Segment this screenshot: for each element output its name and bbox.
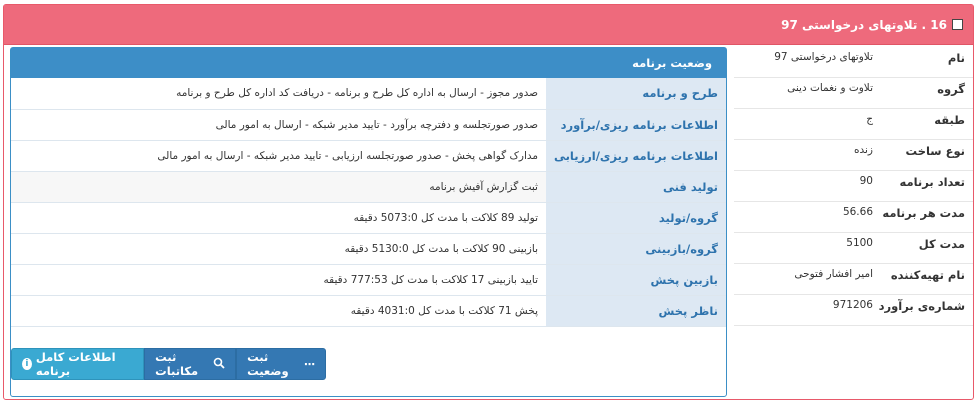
program-status-box: وضعیت برنامه طرح و برنامه صدور مجوز - ار…: [10, 47, 727, 397]
status-button[interactable]: ثبت وضعیت ⋯: [236, 348, 326, 380]
action-buttons: i اطلاعات کامل برنامه ثبت مکاتبات ثبت وض…: [11, 348, 326, 380]
info-value: 56.66: [842, 206, 873, 218]
status-value: مدارک گواهی پخش - صدور صورتجلسه ارزیابی …: [11, 140, 546, 172]
info-label: مدت هر برنامه: [882, 206, 965, 220]
table-row: اطلاعات برنامه ریزی/ارزیابی مدارک گواهی …: [11, 140, 726, 172]
info-value: زنده: [853, 144, 873, 156]
status-key: گروه/تولید: [546, 202, 726, 234]
full-info-button[interactable]: i اطلاعات کامل برنامه: [11, 348, 145, 380]
correspondence-label: ثبت مکاتبات: [155, 350, 199, 378]
status-value: صدور مجوز - ارسال به اداره کل طرح و برنا…: [11, 78, 546, 110]
info-label: نام: [947, 51, 965, 65]
table-row: گروه/بازبینی بازبینی 90 کلاکت با مدت کل …: [11, 233, 726, 265]
status-key: بازبین پخش: [546, 264, 726, 296]
status-table: طرح و برنامه صدور مجوز - ارسال به اداره …: [11, 78, 726, 327]
status-key: ناظر پخش: [546, 295, 726, 327]
info-label: تعداد برنامه: [899, 175, 965, 189]
status-value: تایید بازبینی 17 کلاکت با مدت کل 777:53 …: [11, 264, 546, 296]
status-key: تولید فنی: [546, 171, 726, 203]
info-row-name: نام تلاوتهای درخواستی 97: [734, 47, 973, 78]
status-value: ثبت گزارش آفیش برنامه: [11, 171, 546, 203]
table-row: اطلاعات برنامه ریزی/برآورد صدور صورتجلسه…: [11, 109, 726, 141]
status-key: اطلاعات برنامه ریزی/برآورد: [546, 109, 726, 141]
info-label: نام تهیه‌کننده: [890, 268, 965, 282]
table-row: ناظر پخش پخش 71 کلاکت با مدت کل 4031:0 د…: [11, 295, 726, 327]
info-label: طبقه: [934, 113, 965, 127]
panel-header: 16 . تلاوتهای درخواستی 97: [4, 5, 973, 45]
status-key: اطلاعات برنامه ریزی/ارزیابی: [546, 140, 726, 172]
info-row-total-duration: مدت کل 5100: [734, 233, 973, 264]
full-info-label: اطلاعات کامل برنامه: [35, 350, 116, 378]
program-info: نام تلاوتهای درخواستی 97 گروه تلاوت و نغ…: [734, 47, 973, 326]
status-title: وضعیت برنامه: [11, 48, 726, 78]
status-value: بازبینی 90 کلاکت با مدت کل 5130:0 دقیقه: [11, 233, 546, 265]
search-icon: [213, 357, 225, 372]
table-row: گروه/تولید تولید 89 کلاکت با مدت کل 5073…: [11, 202, 726, 234]
status-value: پخش 71 کلاکت با مدت کل 4031:0 دقیقه: [11, 295, 546, 327]
status-button-label: ثبت وضعیت: [247, 350, 289, 378]
info-row-producer: نام تهیه‌کننده امیر افشار فتوحی: [734, 264, 973, 295]
table-row: بازبین پخش تایید بازبینی 17 کلاکت با مدت…: [11, 264, 726, 296]
info-value: 5100: [846, 237, 873, 249]
info-label: نوع ساخت: [905, 144, 965, 158]
panel-title: 16 . تلاوتهای درخواستی 97: [781, 17, 947, 32]
correspondence-button[interactable]: ثبت مکاتبات: [144, 348, 237, 380]
status-key: گروه/بازبینی: [546, 233, 726, 265]
info-value: ج: [866, 113, 873, 125]
info-label: گروه: [937, 82, 965, 96]
info-icon: i: [22, 358, 32, 370]
info-row-duration-each: مدت هر برنامه 56.66: [734, 202, 973, 233]
info-row-estimate-number: شماره‌ی برآورد 971206: [734, 295, 973, 326]
status-value: تولید 89 کلاکت با مدت کل 5073:0 دقیقه: [11, 202, 546, 234]
status-key: طرح و برنامه: [546, 78, 726, 110]
status-value: صدور صورتجلسه و دفترچه برآورد - تایید مد…: [11, 109, 546, 141]
info-value: امیر افشار فتوحی: [794, 268, 873, 280]
info-value: 971206: [832, 299, 873, 311]
info-label: مدت کل: [918, 237, 965, 251]
checkbox[interactable]: [952, 19, 963, 30]
info-value: 90: [859, 175, 873, 187]
table-row: طرح و برنامه صدور مجوز - ارسال به اداره …: [11, 78, 726, 110]
info-row-production-type: نوع ساخت زنده: [734, 140, 973, 171]
program-panel: 16 . تلاوتهای درخواستی 97 نام تلاوتهای د…: [3, 4, 974, 400]
info-value: تلاوتهای درخواستی 97: [774, 51, 873, 63]
info-label: شماره‌ی برآورد: [878, 299, 965, 313]
info-value: تلاوت و نغمات دینی: [787, 82, 873, 94]
info-row-count: تعداد برنامه 90: [734, 171, 973, 202]
ellipsis-icon: ⋯: [304, 357, 315, 371]
info-row-class: طبقه ج: [734, 109, 973, 140]
info-row-group: گروه تلاوت و نغمات دینی: [734, 78, 973, 109]
table-row: تولید فنی ثبت گزارش آفیش برنامه: [11, 171, 726, 203]
